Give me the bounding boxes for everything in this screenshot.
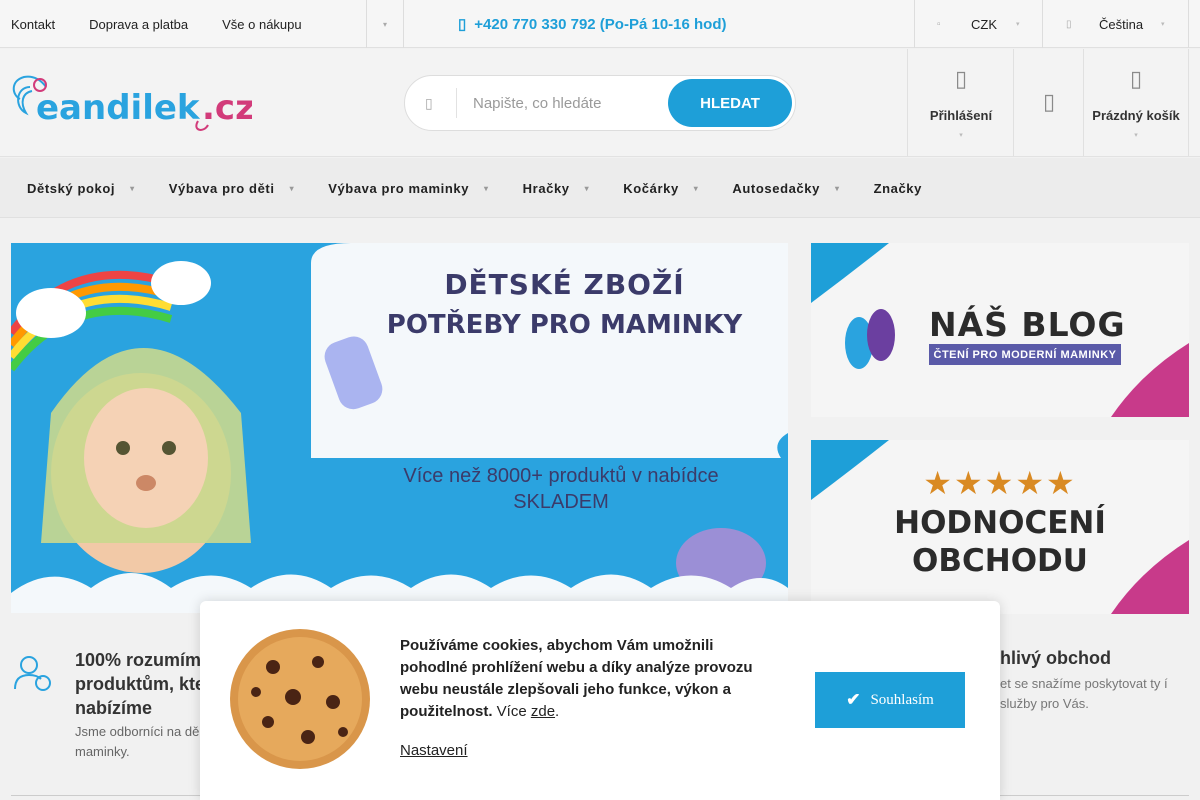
hero-tagline: Více než 8000+ produktů v nabídce SKLADE… [403,465,719,513]
nav-item-label: Hračky [522,180,570,196]
hero-subheading: POTŘEBY PRO MAMINKY [386,310,743,340]
chevron-down-icon: ▾ [484,183,489,193]
link-doprava[interactable]: Doprava a platba [89,17,188,32]
phone-contact[interactable]: ▯ +420 770 330 792 (Po-Pá 10-16 hod) [458,0,727,48]
cookie-message-bold: Používáme cookies, abychom Vám umožnili … [400,637,753,720]
cookie-consent-dialog: Používáme cookies, abychom Vám umožnili … [200,601,1000,800]
search-button[interactable]: HLEDAT [668,79,792,127]
blog-banner[interactable]: NÁŠ BLOG ČTENÍ PRO MODERNÍ MAMINKY [811,243,1189,417]
nav-item-1[interactable]: Výbava pro děti ▾ [169,181,294,196]
login-button[interactable]: ▯ Přihlášení ▾ [907,49,1014,156]
chevron-down-icon: ▾ [1134,132,1138,139]
link-vse-o-nakupu[interactable]: Vše o nákupu [222,17,302,32]
nav-item-label: Kočárky [623,180,679,196]
cart-button[interactable]: ▯ Prázdný košík ▾ [1083,49,1189,156]
link-kontakt[interactable]: Kontakt [11,17,55,32]
phone-icon: ▯ [458,16,467,33]
cookie-image [230,629,370,769]
cookie-settings-link[interactable]: Nastavení [400,742,468,759]
nav-item-0[interactable]: Dětský pokoj ▾ [27,181,135,196]
chevron-down-icon: ▾ [693,183,699,193]
divider [456,88,457,118]
feature-reliable-title: ehlivý obchod [990,648,1112,668]
search-bar: ▯ HLEDAT [404,75,796,131]
nav-item-label: Autosedačky [732,180,820,196]
cart-icon: ▯ [1129,66,1143,91]
nav-item-4[interactable]: Kočárky ▾ [623,181,698,196]
chevron-down-icon: ▾ [1016,21,1020,28]
top-links: Kontakt Doprava a platba Vše o nákupu [11,0,336,48]
checkmark-icon: ✔ [846,690,861,709]
review-title-line1: HODNOCENÍ [894,505,1106,541]
blog-title: NÁŠ BLOG [929,305,1126,344]
review-banner[interactable]: ★★★★★ HODNOCENÍ OBCHODU [811,440,1189,614]
nav-item-6[interactable]: Značky [874,181,922,196]
search-input[interactable] [473,88,663,118]
hero-banner[interactable]: DĚTSKÉ ZBOŽÍ POTŘEBY PRO MAMINKY Více ne… [11,243,788,613]
blog-subtitle: ČTENÍ PRO MODERNÍ MAMINKY [929,344,1121,365]
language-label: Čeština [1099,16,1144,32]
svg-text:eandilek: eandilek [36,88,201,128]
heart-icon: ▯ [1042,88,1056,114]
chevron-down-icon: ▾ [289,183,295,193]
nav-item-label: Výbava pro děti [168,180,275,196]
nav-item-label: Značky [873,180,922,196]
top-bar: Kontakt Doprava a platba Vše o nákupu ▾ … [0,0,1200,48]
user-icon: ▯ [954,66,968,91]
nav-item-label: Dětský pokoj [27,180,116,196]
language-selector[interactable]: ▯ Čeština ▾ [1043,0,1188,48]
review-title: HODNOCENÍ OBCHODU [811,504,1189,580]
rating-stars: ★★★★★ [923,465,1077,501]
divider [1188,0,1189,48]
review-title-line2: OBCHODU [912,543,1088,579]
chevron-down-icon: ▾ [1161,21,1165,28]
nav-item-2[interactable]: Výbava pro maminky ▾ [328,181,488,196]
currency-icon: ▫ [937,18,941,30]
nav-item-label: Výbava pro maminky [328,180,470,196]
main-navigation: Dětský pokoj ▾ Výbava pro děti ▾ Výbava pro … [0,158,1200,218]
language-icon: ▯ [1066,18,1072,30]
favorites-button[interactable]: ▯ [1013,49,1084,156]
cookie-accept-label: Souhlasím [870,691,934,708]
chevron-down-icon: ▾ [834,183,840,193]
chevron-down-icon[interactable]: ▾ [367,0,403,48]
currency-label: CZK [971,16,997,32]
cookie-message: Používáme cookies, abychom Vám umožnili … [400,637,753,720]
nav-list: Dětský pokoj ▾ Výbava pro děti ▾ Výbava pro … [0,158,1200,218]
expert-badge-icon [14,656,51,691]
login-label: Přihlášení [929,108,993,123]
chevron-down-icon: ▾ [584,183,590,193]
search-icon: ▯ [425,94,433,111]
cookie-accept-button[interactable]: ✔ Souhlasím [815,672,965,728]
chevron-down-icon: ▾ [959,132,963,139]
svg-text:.cz: .cz [202,88,252,128]
feature-reliable-text: et se snažíme poskytovat ty í služby pro… [1000,676,1168,711]
phone-number: +420 770 330 792 (Po-Pá 10-16 hod) [474,15,727,33]
divider [403,0,404,48]
cookie-more-label: Více [496,703,527,720]
header: eandilek .cz ▯ HLEDAT ▯ Přihlášení ▾ ▯ ▯… [0,49,1200,157]
site-logo[interactable]: eandilek .cz [12,73,252,133]
cart-label: Prázdný košík [1092,108,1180,123]
currency-selector[interactable]: ▫ CZK ▾ [915,0,1042,48]
cookie-more-link[interactable]: zde [531,703,555,720]
hero-heading: DĚTSKÉ ZBOŽÍ [444,268,685,301]
nav-item-3[interactable]: Hračky ▾ [523,181,590,196]
chevron-down-icon: ▾ [130,183,135,193]
nav-item-5[interactable]: Autosedačky ▾ [732,181,839,196]
